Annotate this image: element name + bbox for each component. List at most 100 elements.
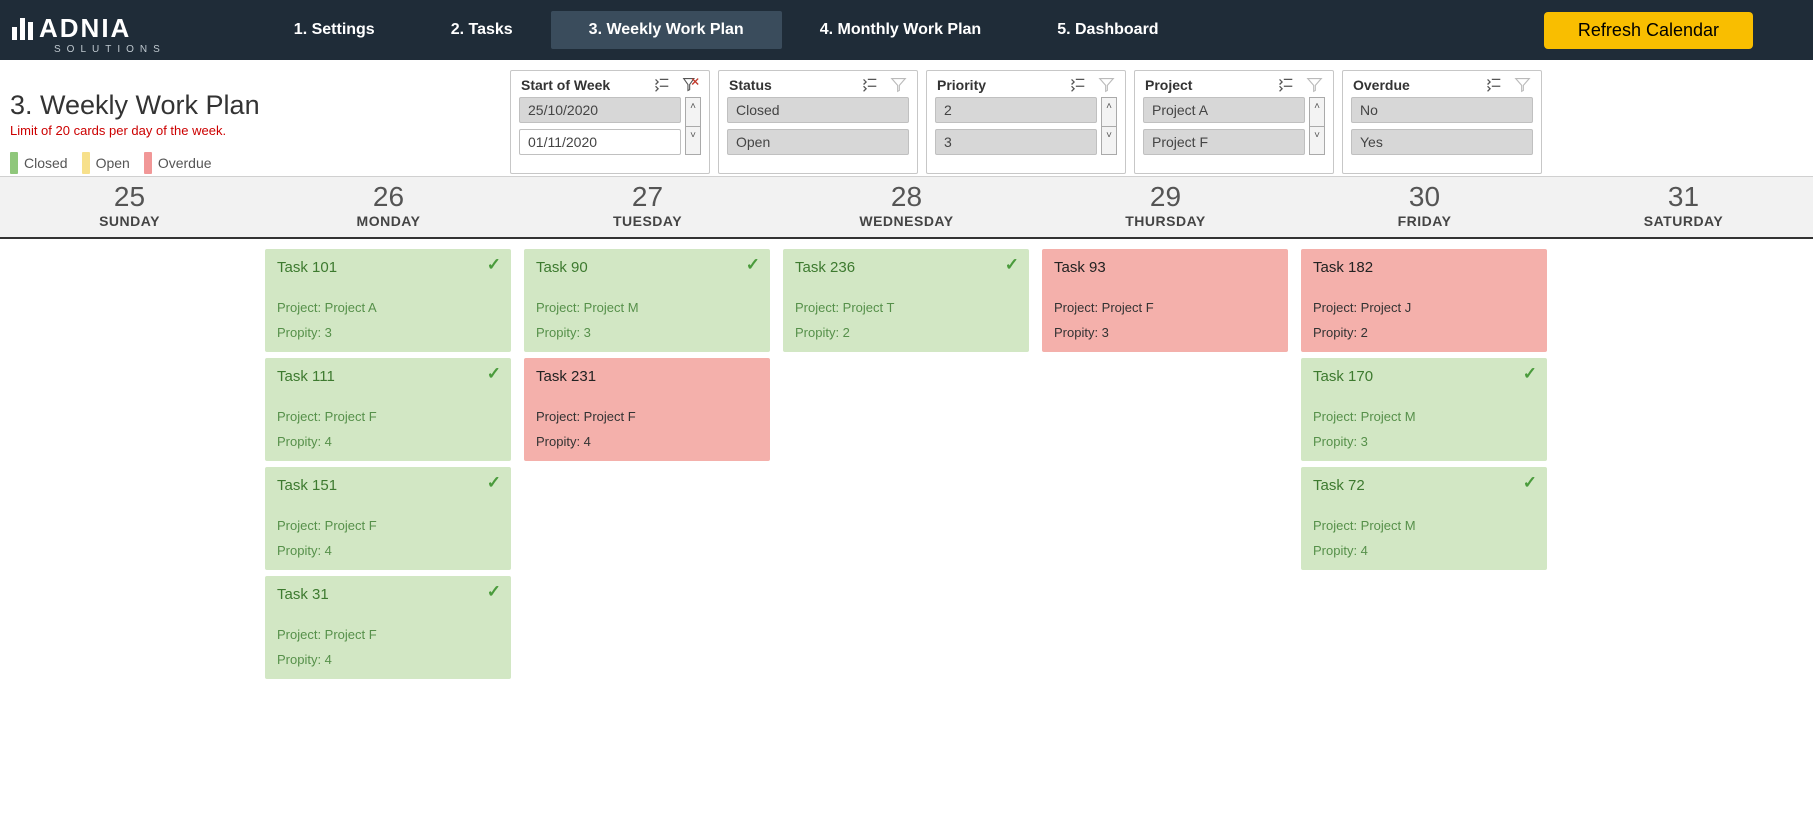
slicer-label: Overdue — [1353, 77, 1410, 93]
logo-bars-icon — [12, 18, 33, 40]
day-header: 29THURSDAY — [1036, 177, 1295, 237]
check-icon: ✓ — [1523, 364, 1537, 384]
slicer-option[interactable]: Yes — [1351, 129, 1533, 155]
step-up-icon[interactable]: ˄ — [1101, 97, 1117, 127]
day-header: 27TUESDAY — [518, 177, 777, 237]
limit-note: Limit of 20 cards per day of the week. — [10, 123, 510, 138]
slicer-option[interactable]: Project F — [1143, 129, 1305, 155]
task-project: Project: Project M — [1313, 409, 1535, 424]
task-title: Task 90 — [536, 259, 758, 276]
task-card[interactable]: ✓Task 170Project: Project MPropity: 3 — [1301, 358, 1547, 461]
check-icon: ✓ — [1005, 255, 1019, 275]
slicer-label: Status — [729, 77, 772, 93]
task-priority: Propity: 4 — [536, 434, 758, 449]
slicer-option[interactable]: Open — [727, 129, 909, 155]
day-column — [1554, 239, 1813, 689]
step-down-icon[interactable]: ˅ — [685, 127, 701, 156]
slicer-option[interactable]: 2 — [935, 97, 1097, 123]
day-name: WEDNESDAY — [777, 213, 1036, 229]
task-card[interactable]: Task 182Project: Project JPropity: 2 — [1301, 249, 1547, 352]
task-priority: Propity: 2 — [1313, 325, 1535, 340]
step-down-icon[interactable]: ˅ — [1101, 127, 1117, 156]
multiselect-icon[interactable] — [861, 76, 878, 93]
day-name: TUESDAY — [518, 213, 777, 229]
task-priority: Propity: 3 — [1054, 325, 1276, 340]
task-priority: Propity: 4 — [1313, 543, 1535, 558]
task-card[interactable]: ✓Task 236Project: Project TPropity: 2 — [783, 249, 1029, 352]
slicer-start-of-week: Start of Week 25/10/2020 01/11/2020 ˄ ˅ — [510, 70, 710, 174]
day-name: THURSDAY — [1036, 213, 1295, 229]
filter-icon[interactable] — [1306, 76, 1323, 93]
day-column: ✓Task 101Project: Project APropity: 3✓Ta… — [259, 239, 518, 689]
brand-subtitle: SOLUTIONS — [54, 44, 166, 55]
day-number: 30 — [1295, 181, 1554, 213]
slicer-option[interactable]: Closed — [727, 97, 909, 123]
slicer-option[interactable]: 25/10/2020 — [519, 97, 681, 123]
task-priority: Propity: 4 — [277, 652, 499, 667]
task-card[interactable]: ✓Task 101Project: Project APropity: 3 — [265, 249, 511, 352]
task-project: Project: Project F — [536, 409, 758, 424]
task-project: Project: Project F — [277, 627, 499, 642]
nav-item[interactable]: 2. Tasks — [413, 11, 551, 49]
filter-icon[interactable] — [1514, 76, 1531, 93]
slicer-project: Project Project A Project F ˄ ˅ — [1134, 70, 1334, 174]
multiselect-icon[interactable] — [1277, 76, 1294, 93]
day-name: FRIDAY — [1295, 213, 1554, 229]
multiselect-icon[interactable] — [653, 76, 670, 93]
closed-swatch-icon — [10, 152, 18, 174]
task-card[interactable]: ✓Task 111Project: Project FPropity: 4 — [265, 358, 511, 461]
day-header: 25SUNDAY — [0, 177, 259, 237]
check-icon: ✓ — [487, 582, 501, 602]
multiselect-icon[interactable] — [1485, 76, 1502, 93]
task-card[interactable]: ✓Task 90Project: Project MPropity: 3 — [524, 249, 770, 352]
multiselect-icon[interactable] — [1069, 76, 1086, 93]
task-card[interactable]: Task 231 Project: Project F Propity: 4 — [524, 358, 770, 461]
day-number: 26 — [259, 181, 518, 213]
day-number: 29 — [1036, 181, 1295, 213]
task-title: Task 151 — [277, 477, 499, 494]
nav-item[interactable]: 5. Dashboard — [1019, 11, 1196, 49]
slicer-option[interactable]: 01/11/2020 — [519, 129, 681, 155]
task-project: Project: Project F — [277, 409, 499, 424]
day-header: 30FRIDAY — [1295, 177, 1554, 237]
filter-icon[interactable] — [890, 76, 907, 93]
task-title: Task 231 — [536, 368, 758, 385]
task-priority: Propity: 3 — [536, 325, 758, 340]
task-card[interactable]: ✓Task 151Project: Project FPropity: 4 — [265, 467, 511, 570]
logo: ADNIA SOLUTIONS — [0, 5, 186, 55]
slicer-label: Start of Week — [521, 77, 610, 93]
step-down-icon[interactable]: ˅ — [1309, 127, 1325, 156]
step-up-icon[interactable]: ˄ — [1309, 97, 1325, 127]
day-column: ✓Task 90Project: Project MPropity: 3Task… — [518, 239, 777, 689]
check-icon: ✓ — [487, 255, 501, 275]
day-header: 26MONDAY — [259, 177, 518, 237]
topbar: ADNIA SOLUTIONS 1. Settings2. Tasks3. We… — [0, 0, 1813, 60]
clear-filter-icon[interactable] — [682, 76, 699, 93]
subheader: 3. Weekly Work Plan Limit of 20 cards pe… — [0, 60, 1813, 174]
task-card[interactable]: ✓Task 72Project: Project MPropity: 4 — [1301, 467, 1547, 570]
task-title: Task 31 — [277, 586, 499, 603]
filter-icon[interactable] — [1098, 76, 1115, 93]
nav-item[interactable]: 4. Monthly Work Plan — [782, 11, 1020, 49]
task-project: Project: Project J — [1313, 300, 1535, 315]
task-title: Task 101 — [277, 259, 499, 276]
task-card[interactable]: Task 93Project: Project FPropity: 3 — [1042, 249, 1288, 352]
slicer-label: Priority — [937, 77, 986, 93]
task-card[interactable]: ✓Task 31 Project: Project F Propity: 4 — [265, 576, 511, 679]
legend: Closed Open Overdue — [10, 152, 510, 174]
nav-item[interactable]: 3. Weekly Work Plan — [551, 11, 782, 49]
step-up-icon[interactable]: ˄ — [685, 97, 701, 127]
slicer-option[interactable]: 3 — [935, 129, 1097, 155]
filters: Start of Week 25/10/2020 01/11/2020 ˄ ˅ — [510, 70, 1542, 174]
legend-overdue-label: Overdue — [158, 155, 212, 171]
slicer-option[interactable]: Project A — [1143, 97, 1305, 123]
legend-closed-label: Closed — [24, 155, 68, 171]
nav-item[interactable]: 1. Settings — [256, 11, 413, 49]
refresh-calendar-button[interactable]: Refresh Calendar — [1544, 12, 1753, 49]
open-swatch-icon — [82, 152, 90, 174]
slicer-option[interactable]: No — [1351, 97, 1533, 123]
task-title: Task 93 — [1054, 259, 1276, 276]
day-number: 28 — [777, 181, 1036, 213]
day-name: SUNDAY — [0, 213, 259, 229]
page-title: 3. Weekly Work Plan — [10, 90, 510, 121]
